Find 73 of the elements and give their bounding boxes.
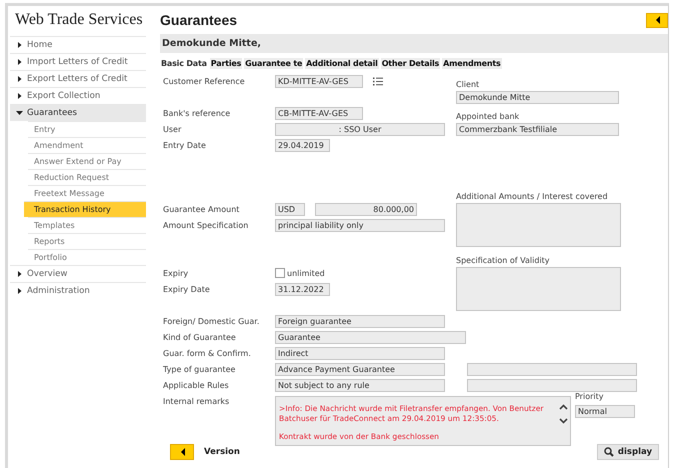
field-label: Client — [456, 80, 480, 89]
nav-subitem[interactable]: Reduction Request — [28, 169, 146, 185]
search-icon — [604, 447, 614, 457]
nav-item[interactable]: Import Letters of Credit — [10, 53, 146, 70]
nav-item[interactable]: Export Letters of Credit — [10, 70, 146, 87]
text-field[interactable] — [467, 362, 637, 376]
back-icon — [654, 15, 660, 25]
chevron-down-icon[interactable] — [559, 418, 568, 424]
text-field[interactable]: Guarantee — [275, 330, 466, 344]
back-icon — [178, 447, 186, 457]
amount-field[interactable]: 80.000,00 — [315, 202, 417, 216]
currency-field[interactable]: USD — [275, 202, 305, 216]
nav-subitem[interactable]: Transaction History — [24, 201, 146, 217]
field-label: Specification of Validity — [456, 256, 551, 265]
customer-header: Demokunde Mitte, — [160, 34, 668, 53]
field-label: Entry Date — [163, 140, 207, 150]
text-field[interactable]: Commerzbank Testfiliale — [456, 122, 619, 136]
nav-subitem[interactable]: Reports — [28, 233, 146, 249]
nav-item[interactable]: Overview — [10, 265, 146, 282]
nav-subitem[interactable]: Answer Extend or Pay — [28, 153, 146, 169]
tab[interactable]: Basic Data — [160, 58, 208, 69]
text-area[interactable] — [456, 267, 621, 311]
tab[interactable]: Other Details — [380, 58, 440, 69]
tab[interactable]: Amendments — [442, 58, 502, 69]
page-title: Guarantees — [160, 12, 238, 28]
tab[interactable]: Guarantee te — [244, 58, 304, 69]
checkbox[interactable] — [275, 268, 285, 278]
field-label: Expiry Date — [163, 284, 211, 294]
checkbox-label: unlimited — [287, 268, 325, 278]
tab[interactable]: Parties — [210, 58, 242, 69]
field-label: Additional Amounts / Interest covered — [456, 192, 609, 201]
field-label: Bank's reference — [163, 108, 232, 118]
field-label: Foreign/ Domestic Guar. — [163, 316, 260, 326]
field-label: Kind of Guarantee — [163, 332, 237, 342]
display-button[interactable]: display — [596, 444, 659, 460]
field-label: Customer Reference — [163, 76, 246, 86]
field-label: Type of guarantee — [163, 364, 236, 374]
date-field[interactable]: 31.12.2022 — [275, 282, 330, 296]
field-label: Guar. form & Confirm. — [163, 348, 252, 358]
tab[interactable]: Additional detail — [305, 58, 379, 69]
list-icon[interactable] — [373, 76, 383, 86]
text-field[interactable]: CB-MITTE-AV-GES — [275, 106, 363, 120]
field-label: Appointed bank — [456, 112, 520, 121]
text-field[interactable] — [467, 378, 637, 392]
text-area[interactable] — [456, 203, 621, 247]
text-field[interactable]: Normal — [575, 405, 635, 418]
text-field[interactable]: Not subject to any rule — [275, 378, 445, 392]
field-label: Priority — [575, 392, 604, 401]
version-button[interactable]: Version — [170, 444, 240, 460]
app-title: Web Trade Services — [14, 10, 144, 30]
chevron-up-icon[interactable] — [559, 404, 568, 410]
nav-subitem[interactable]: Portfolio — [28, 249, 146, 265]
text-field[interactable]: Demokunde Mitte — [456, 90, 619, 104]
field-label: Guarantee Amount — [163, 204, 240, 214]
text-field[interactable]: Advance Payment Guarantee — [275, 362, 445, 376]
nav-subitem[interactable]: Amendment — [28, 137, 146, 153]
text-field[interactable]: : SSO User — [275, 122, 445, 136]
field-label: Expiry — [163, 268, 190, 278]
field-label: Internal remarks — [163, 396, 230, 406]
nav-item[interactable]: Home — [10, 36, 146, 53]
text-field[interactable]: Foreign guarantee — [275, 314, 445, 328]
date-field[interactable]: 29.04.2019 — [275, 138, 330, 152]
nav-item[interactable]: Guarantees — [10, 104, 146, 121]
text-field[interactable]: KD-MITTE-AV-GES — [275, 74, 363, 88]
text-field[interactable]: principal liability only — [275, 218, 445, 232]
field-label: Amount Specification — [163, 220, 250, 230]
nav-subitem[interactable]: Templates — [28, 217, 146, 233]
text-field[interactable]: Indirect — [275, 346, 445, 360]
back-button[interactable] — [646, 12, 668, 28]
nav-item[interactable]: Administration — [10, 282, 146, 299]
field-label: User — [163, 124, 182, 134]
nav-subitem[interactable]: Entry — [28, 121, 146, 137]
field-label: Applicable Rules — [163, 380, 230, 390]
